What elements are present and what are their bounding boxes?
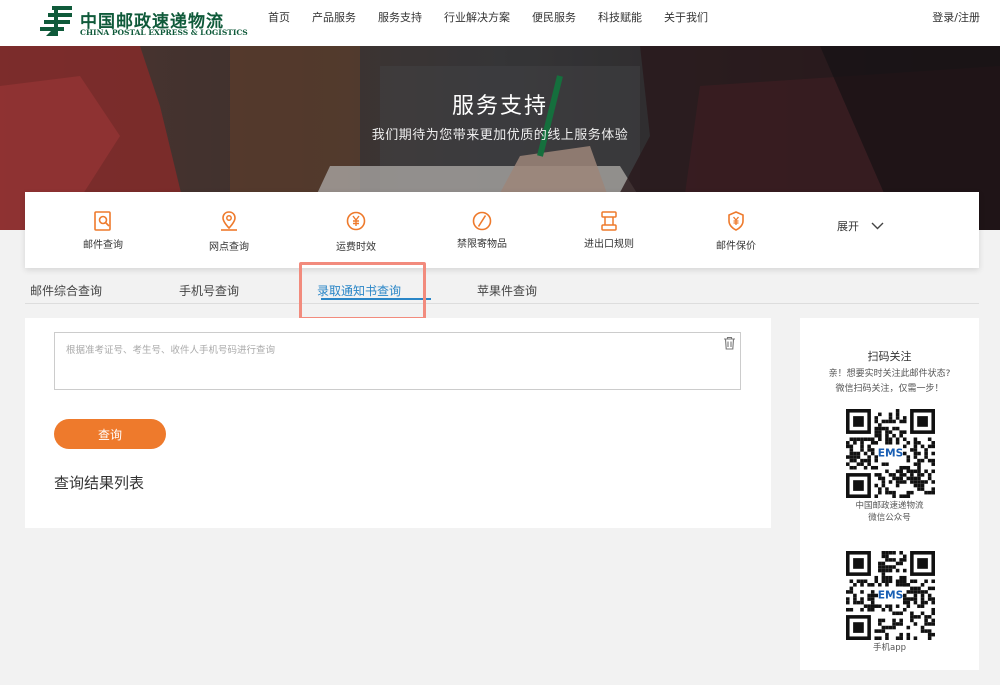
qr-caption: 手机app: [873, 643, 906, 653]
nav-products[interactable]: 产品服务: [301, 0, 367, 36]
tab-apple-parcel-query[interactable]: 苹果件查询: [477, 282, 537, 299]
shield-yuan-icon: [728, 211, 744, 231]
login-register-link[interactable]: 登录/注册: [932, 0, 980, 36]
follow-sidebar: 扫码关注 亲！想要实时关注此邮件状态? 微信扫码关注，仅需一步！ EMS 中国邮…: [800, 318, 979, 670]
tab-comprehensive-query[interactable]: 邮件综合查询: [30, 282, 102, 299]
top-header: 中国邮政速递物流 CHINA POSTAL EXPRESS & LOGISTIC…: [0, 0, 1000, 46]
service-label: 网点查询: [209, 242, 249, 253]
query-button[interactable]: 查询: [54, 419, 166, 449]
expand-label: 展开: [837, 220, 859, 233]
tab-phone-query[interactable]: 手机号查询: [179, 282, 239, 299]
chevron-down-icon: [871, 222, 884, 230]
nav-industry-solutions[interactable]: 行业解决方案: [433, 0, 521, 36]
results-list-title: 查询结果列表: [54, 474, 145, 492]
qr-ems-label: EMS: [878, 589, 904, 602]
sidebar-desc-line: 亲！想要实时关注此邮件状态?: [828, 369, 951, 379]
query-tabs: 邮件综合查询 手机号查询 录取通知书查询 苹果件查询: [25, 270, 979, 304]
service-label: 邮件查询: [83, 240, 123, 251]
sidebar-title: 扫码关注: [867, 350, 912, 363]
main-nav: 首页 产品服务 服务支持 行业解决方案 便民服务 科技赋能 关于我们: [257, 0, 719, 36]
nav-about-us[interactable]: 关于我们: [653, 0, 719, 36]
service-insured-mail[interactable]: 邮件保价: [681, 192, 791, 268]
trash-icon[interactable]: [723, 336, 736, 350]
service-label: 邮件保价: [716, 241, 756, 252]
qr-caption: 中国邮政速递物流 微信公众号: [800, 500, 979, 524]
service-label: 运费时效: [336, 242, 376, 253]
china-post-logo-icon: [40, 6, 72, 36]
banner-subtitle: 我们期待为您带来更加优质的线上服务体验: [371, 128, 629, 143]
service-mail-query[interactable]: 邮件查询: [48, 192, 158, 268]
expand-services-toggle[interactable]: 展开: [837, 218, 884, 234]
service-label: 禁限寄物品: [457, 239, 507, 250]
service-label: 进出口规则: [584, 239, 634, 250]
nav-home[interactable]: 首页: [257, 0, 301, 36]
nav-convenience-services[interactable]: 便民服务: [521, 0, 587, 36]
qr-ems-label: EMS: [878, 447, 904, 460]
service-shortcut-bar: 邮件查询 网点查询 运费时效 禁限寄物品 进出口规则 邮件保价 展开: [25, 192, 979, 268]
service-freight-timeliness[interactable]: 运费时效: [301, 192, 411, 268]
service-prohibited-items[interactable]: 禁限寄物品: [427, 192, 537, 268]
import-export-icon: [601, 211, 617, 231]
query-input[interactable]: [55, 333, 740, 389]
service-outlet-query[interactable]: 网点查询: [174, 192, 284, 268]
location-pin-icon: [221, 211, 237, 231]
query-input-container: [54, 332, 741, 390]
yuan-clock-icon: [346, 211, 366, 231]
app-qr-code-icon: EMS: [846, 551, 935, 640]
wechat-qr-code-icon: EMS: [846, 409, 935, 498]
nav-service-support[interactable]: 服务支持: [367, 0, 433, 36]
qr-caption-line: 微信公众号: [868, 513, 911, 523]
site-logo[interactable]: 中国邮政速递物流 CHINA POSTAL EXPRESS & LOGISTIC…: [40, 4, 248, 40]
qr-caption-line: 中国邮政速递物流: [855, 501, 924, 511]
nav-technology[interactable]: 科技赋能: [587, 0, 653, 36]
sidebar-desc-line: 微信扫码关注，仅需一步！: [835, 384, 944, 394]
highlight-annotation-box: [299, 262, 426, 320]
banner-title: 服务支持: [451, 94, 548, 119]
logo-english-name: CHINA POSTAL EXPRESS & LOGISTICS: [80, 28, 248, 37]
mail-search-icon: [94, 211, 111, 231]
sidebar-description: 亲！想要实时关注此邮件状态? 微信扫码关注，仅需一步！: [800, 367, 979, 397]
prohibited-icon: [472, 211, 492, 231]
service-import-export-rules[interactable]: 进出口规则: [554, 192, 664, 268]
query-panel: 查询 查询结果列表: [25, 318, 771, 528]
